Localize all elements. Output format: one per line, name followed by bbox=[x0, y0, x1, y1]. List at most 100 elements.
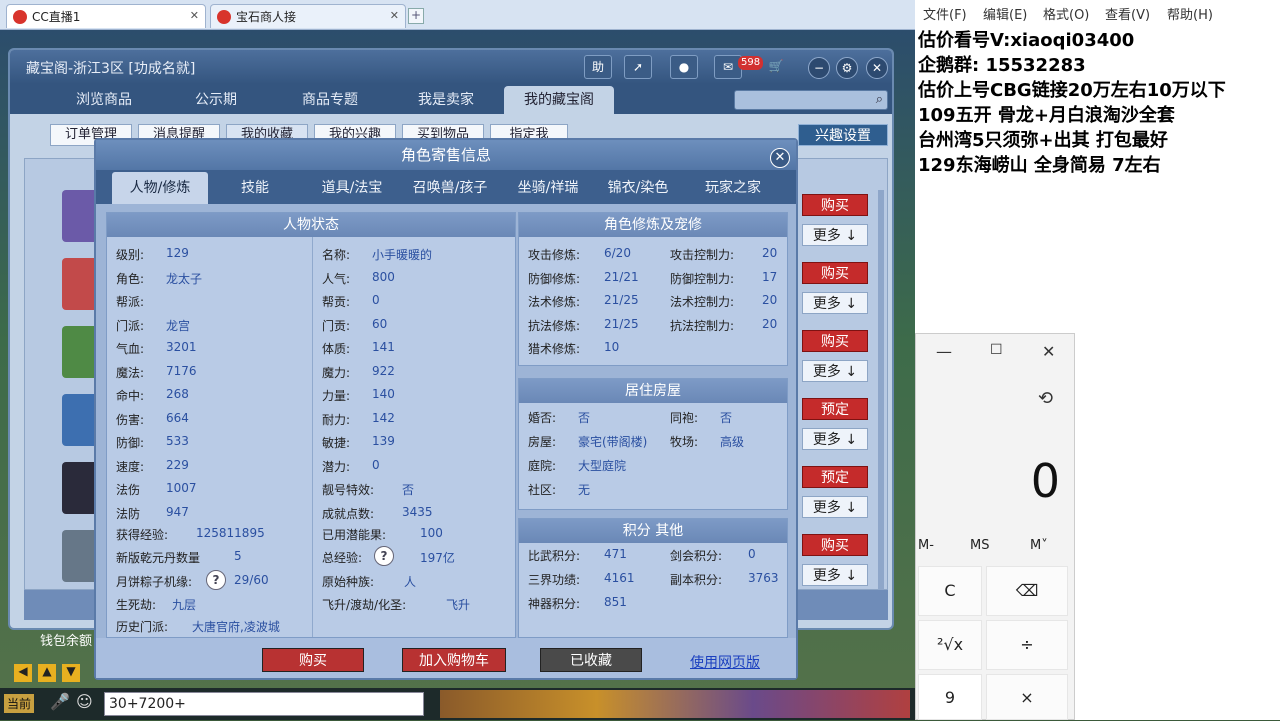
divide-key[interactable]: ÷ bbox=[986, 620, 1068, 670]
field-value: 21/21 bbox=[604, 269, 639, 284]
menu-format[interactable]: 格式(O) bbox=[1043, 4, 1089, 23]
tab-mounts[interactable]: 坐骑/祥瑞 bbox=[500, 172, 596, 204]
tab-home[interactable]: 玩家之家 bbox=[688, 172, 778, 204]
nav-topics[interactable]: 商品专题 bbox=[280, 86, 380, 114]
sqrt-key[interactable]: ²√x bbox=[918, 620, 982, 670]
nav-public[interactable]: 公示期 bbox=[166, 86, 266, 114]
avatar[interactable] bbox=[62, 190, 98, 242]
buy-button[interactable]: 购买 bbox=[802, 330, 868, 352]
help-icon[interactable]: ? bbox=[374, 546, 394, 566]
field-label: 攻击修炼: bbox=[528, 248, 581, 262]
tab-character[interactable]: 人物/修炼 bbox=[112, 172, 208, 204]
close-icon[interactable]: ✕ bbox=[390, 9, 399, 22]
search-icon[interactable]: ⌕ bbox=[876, 92, 883, 107]
menu-view[interactable]: 查看(V) bbox=[1105, 4, 1150, 23]
stat-value: 龙太子 bbox=[166, 271, 203, 286]
stat-value: 533 bbox=[166, 434, 189, 448]
emoji-icon[interactable]: ☺ bbox=[76, 692, 93, 711]
stat-label: 速度: bbox=[116, 459, 145, 474]
avatar[interactable] bbox=[62, 394, 98, 446]
nav-my-cbg[interactable]: 我的藏宝阁 bbox=[504, 86, 614, 114]
cart-icon[interactable]: 🛒 bbox=[762, 55, 790, 79]
browser-tab-cc[interactable]: CC直播1 ✕ bbox=[6, 4, 206, 28]
more-button[interactable]: 更多 ↓ bbox=[802, 292, 868, 314]
avatar[interactable] bbox=[62, 530, 98, 582]
more-button[interactable]: 更多 ↓ bbox=[802, 564, 868, 586]
backspace-key[interactable]: ⌫ bbox=[986, 566, 1068, 616]
memory-store[interactable]: MS bbox=[970, 538, 989, 553]
buy-button[interactable]: 购买 bbox=[802, 262, 868, 284]
nav-seller[interactable]: 我是卖家 bbox=[396, 86, 496, 114]
stat-value: 29/60 bbox=[234, 573, 269, 587]
field-label: 抗法控制力: bbox=[670, 318, 735, 333]
scrollbar[interactable] bbox=[878, 190, 884, 590]
add-to-cart-button[interactable]: 加入购物车 bbox=[402, 648, 506, 672]
stat-value: 3201 bbox=[166, 340, 197, 354]
more-button[interactable]: 更多 ↓ bbox=[802, 224, 868, 246]
shortcut-bar[interactable] bbox=[440, 690, 910, 718]
avatar[interactable] bbox=[62, 326, 98, 378]
menu-file[interactable]: 文件(F) bbox=[923, 4, 967, 23]
tab-items[interactable]: 道具/法宝 bbox=[304, 172, 400, 204]
search-input[interactable]: ⌕ bbox=[734, 90, 888, 110]
buy-button[interactable]: 购买 bbox=[802, 194, 868, 216]
field-value: 6/20 bbox=[604, 246, 631, 260]
field-label: 法术控制力: bbox=[670, 295, 735, 309]
browser-tab-gem[interactable]: 宝石商人接 ✕ bbox=[210, 4, 406, 28]
close-icon[interactable]: ✕ bbox=[866, 57, 888, 79]
nav-browse[interactable]: 浏览商品 bbox=[54, 86, 154, 114]
arrow-down-icon[interactable]: ▼ bbox=[62, 664, 80, 682]
avatar[interactable] bbox=[62, 462, 98, 514]
message-count-badge: 598 bbox=[738, 56, 764, 70]
tab-outfits[interactable]: 锦衣/染色 bbox=[596, 172, 680, 204]
more-button[interactable]: 更多 ↓ bbox=[802, 496, 868, 518]
nine-key[interactable]: 9 bbox=[918, 674, 982, 720]
history-icon[interactable]: ⟲ bbox=[1038, 388, 1053, 409]
chat-input[interactable]: 30+7200+ bbox=[104, 692, 424, 716]
help-button[interactable]: 助 bbox=[584, 55, 612, 79]
maximize-icon[interactable]: ☐ bbox=[990, 342, 1003, 358]
field-value: 3763 bbox=[748, 571, 779, 585]
more-button[interactable]: 更多 ↓ bbox=[802, 428, 868, 450]
interest-settings-button[interactable]: 兴趣设置 bbox=[798, 124, 888, 146]
new-tab-button[interactable]: + bbox=[408, 8, 424, 24]
minimize-icon[interactable]: — bbox=[936, 342, 952, 361]
help-icon[interactable]: ? bbox=[206, 570, 226, 590]
more-button[interactable]: 更多 ↓ bbox=[802, 360, 868, 382]
stat-label: 获得经验: bbox=[116, 528, 169, 542]
memory-menu[interactable]: M˅ bbox=[1030, 538, 1048, 553]
close-icon[interactable]: ✕ bbox=[770, 148, 790, 168]
arrow-up-icon[interactable]: ▲ bbox=[38, 664, 56, 682]
close-icon[interactable]: ✕ bbox=[190, 9, 199, 22]
stat-label: 体质: bbox=[322, 342, 351, 356]
minimize-icon[interactable]: − bbox=[808, 57, 830, 79]
reserve-button[interactable]: 预定 bbox=[802, 398, 868, 420]
stat-value: 0 bbox=[372, 293, 380, 307]
stat-label: 法防 bbox=[116, 506, 141, 521]
collected-button[interactable]: 已收藏 bbox=[540, 648, 642, 672]
memory-minus[interactable]: M- bbox=[918, 538, 934, 553]
stat-value: 7176 bbox=[166, 363, 197, 378]
live-icon bbox=[13, 9, 27, 24]
menu-help[interactable]: 帮助(H) bbox=[1167, 4, 1213, 23]
buy-button[interactable]: 购买 bbox=[262, 648, 364, 672]
tab-pets[interactable]: 召唤兽/孩子 bbox=[402, 172, 498, 204]
tab-title: 宝石商人接 bbox=[236, 10, 297, 24]
reserve-button[interactable]: 预定 bbox=[802, 466, 868, 488]
settings-icon[interactable]: ⚙ bbox=[836, 57, 858, 79]
note-line: 129东海崂山 全身简易 7左右 bbox=[918, 155, 1161, 176]
web-version-link[interactable]: 使用网页版 bbox=[690, 652, 760, 672]
note-line: 估价上号CBG链接20万左右10万以下 bbox=[918, 80, 1226, 101]
multiply-key[interactable]: × bbox=[986, 674, 1068, 720]
menu-edit[interactable]: 编辑(E) bbox=[983, 4, 1027, 23]
tab-skills[interactable]: 技能 bbox=[216, 172, 294, 204]
stat-label: 魔力: bbox=[322, 365, 351, 380]
record-icon[interactable]: ● bbox=[670, 55, 698, 79]
mic-icon[interactable]: 🎤 bbox=[50, 692, 70, 711]
share-icon[interactable]: ➚ bbox=[624, 55, 652, 79]
close-icon[interactable]: ✕ bbox=[1042, 342, 1055, 361]
clear-key[interactable]: C bbox=[918, 566, 982, 616]
arrow-left-icon[interactable]: ◀ bbox=[14, 664, 32, 682]
buy-button[interactable]: 购买 bbox=[802, 534, 868, 556]
avatar[interactable] bbox=[62, 258, 98, 310]
